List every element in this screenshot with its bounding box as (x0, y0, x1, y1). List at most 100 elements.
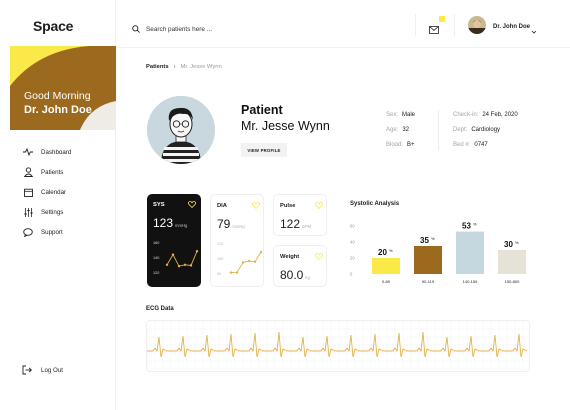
dept-value: Cardiology (471, 127, 501, 133)
heart-icon (315, 253, 323, 260)
bar-value-label: 53 (462, 222, 471, 231)
chart-title: Systolic Analysis (350, 201, 400, 207)
trend-point (195, 250, 199, 253)
top-bar: Dr. John Doe (116, 0, 570, 48)
greeting-banner-art (10, 46, 116, 130)
user-name[interactable]: Dr. John Doe (493, 24, 530, 30)
trend-point (247, 259, 251, 263)
weight-number: 80.0 (280, 268, 304, 282)
x-tick-label: 140-159 (463, 279, 478, 284)
sidebar-item-calendar[interactable]: Calendar (22, 182, 71, 202)
systolic-chart-svg: 60 40 20 0 20 % 0-89 35 % 90-119 53 % 140-159 30 % 150-… (350, 222, 526, 284)
trend-point (189, 264, 193, 267)
dia-trend-line (229, 251, 263, 274)
x-tick-label: 150-800 (505, 279, 520, 284)
search-icon[interactable] (132, 20, 140, 38)
pulse-icon (22, 146, 34, 158)
logout-label: Log Out (41, 366, 64, 374)
trend-point (241, 261, 245, 264)
dia-card[interactable]: DIA 79 mmHg 120 100 80 (210, 194, 264, 287)
bed-label: Bed #: (453, 142, 471, 148)
sidebar-item-settings[interactable]: Settings (22, 202, 71, 222)
bar-value-label: 35 (420, 236, 429, 245)
heart-icon (252, 202, 260, 209)
sex-value: Male (402, 112, 416, 118)
bar-unit-label: % (515, 240, 519, 245)
dia-axis-label: 120 (217, 242, 224, 246)
bar-unit-label: % (431, 236, 435, 241)
bar (498, 250, 526, 274)
bar (414, 246, 442, 274)
dia-value: 79 mmHg (217, 217, 245, 231)
sidebar-item-support[interactable]: Support (22, 222, 71, 242)
trend-point (253, 260, 257, 263)
pulse-value: 122 BPM (280, 217, 311, 231)
sys-trend-line (165, 250, 199, 268)
greeting-banner: Good Morning Dr. John Doe (10, 46, 116, 130)
trend-point (235, 271, 239, 274)
y-tick-label: 20 (350, 256, 355, 261)
dia-label: DIA (217, 203, 227, 209)
age-label: Age: (386, 127, 399, 133)
sidebar-item-label: Settings (41, 208, 64, 216)
patient-blood: Blood: B+ (386, 142, 415, 148)
y-tick-label: 40 (350, 240, 355, 245)
sidebar-nav: Dashboard Patients Calendar Settings Sup… (22, 142, 71, 242)
bar-unit-label: % (389, 248, 393, 253)
search-bar (132, 20, 306, 38)
chevron-right-icon: › (173, 64, 176, 70)
sys-card[interactable]: SYS 123 mmHg 160 140 120 (147, 194, 201, 287)
bed-value: 0747 (474, 142, 488, 148)
sliders-icon (22, 206, 34, 218)
weight-unit: kg (305, 275, 310, 280)
patient-dept: Dept: Cardiology (453, 127, 500, 133)
heart-icon (315, 202, 323, 209)
trend-point (229, 271, 233, 274)
user-avatar[interactable] (468, 16, 486, 34)
trend-line (231, 251, 262, 274)
divider (454, 14, 455, 36)
dept-label: Dept: (453, 127, 468, 133)
chat-icon (22, 226, 34, 238)
notification-dot (439, 16, 445, 22)
checkin-label: Check-in: (453, 112, 479, 118)
bar (456, 231, 484, 274)
patient-title: Patient (241, 103, 283, 117)
dia-number: 79 (217, 217, 231, 231)
weight-card[interactable]: Weight 80.0 kg (273, 245, 327, 287)
heart-icon (188, 201, 196, 208)
ecg-trace (147, 321, 529, 371)
user-icon (22, 166, 34, 178)
patient-avatar (147, 96, 215, 164)
x-tick-label: 90-119 (422, 279, 435, 284)
weight-label: Weight (280, 254, 300, 260)
logout-button[interactable]: Log Out (22, 364, 63, 376)
sidebar-item-label: Patients (41, 168, 64, 176)
dia-axis-label: 100 (217, 257, 224, 261)
sidebar-item-label: Calendar (41, 188, 67, 196)
pulse-card[interactable]: Pulse 122 BPM (273, 194, 327, 236)
sidebar-item-patients[interactable]: Patients (22, 162, 71, 182)
chevron-down-icon[interactable] (531, 22, 537, 40)
ecg-chart (146, 320, 530, 372)
sex-label: Sex: (386, 112, 399, 118)
patient-name: Mr. Jesse Wynn (241, 119, 330, 133)
sidebar-item-dashboard[interactable]: Dashboard (22, 142, 71, 162)
search-input[interactable] (146, 25, 306, 33)
bar (372, 258, 400, 274)
breadcrumb-patients[interactable]: Patients (146, 64, 169, 70)
doctor-name: Dr. John Doe (24, 104, 92, 116)
trend-point (259, 251, 263, 254)
mail-icon[interactable] (429, 21, 439, 39)
bar-value-label: 20 (378, 248, 387, 257)
x-tick-label: 0-89 (382, 279, 391, 284)
pulse-unit: BPM (302, 224, 312, 229)
y-tick-label: 60 (350, 224, 355, 229)
trend-point (177, 264, 181, 268)
divider (415, 14, 416, 36)
view-profile-button[interactable]: VIEW PROFILE (241, 143, 287, 157)
sys-axis-label: 120 (153, 271, 160, 275)
dia-axis-label: 80 (217, 272, 222, 276)
y-tick-label: 0 (350, 272, 353, 277)
blood-label: Blood: (386, 142, 404, 148)
